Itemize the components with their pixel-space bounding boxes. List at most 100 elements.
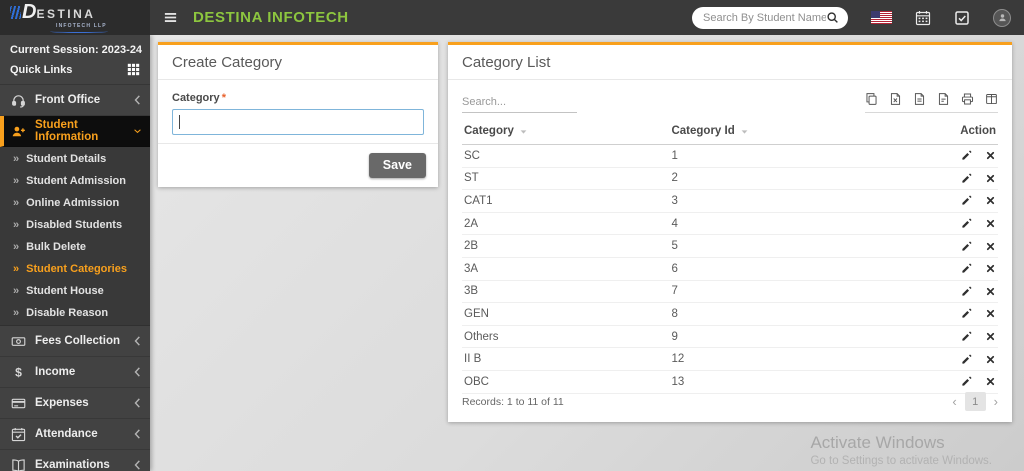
cell-category-id: 8 (671, 307, 678, 320)
cell-category-id: 1 (671, 149, 678, 162)
pencil-icon[interactable] (961, 195, 972, 206)
copy-icon[interactable] (865, 92, 878, 106)
pencil-icon[interactable] (961, 331, 972, 342)
logo-main-text: ESTINA (36, 7, 96, 21)
sidebar-item-examinations[interactable]: Examinations (0, 450, 150, 471)
pencil-icon[interactable] (961, 354, 972, 365)
cell-category-id: 4 (671, 217, 678, 230)
row-actions (934, 331, 996, 342)
page-number-button[interactable]: 1 (964, 392, 986, 411)
calendar-icon[interactable] (915, 10, 931, 26)
csv-file-icon[interactable] (913, 92, 926, 106)
delete-x-icon[interactable] (985, 286, 996, 297)
row-actions (934, 150, 996, 161)
create-category-card: Create Category Category * Save (158, 42, 438, 187)
sidebar-item-attendance[interactable]: Attendance (0, 419, 150, 450)
delete-x-icon[interactable] (985, 354, 996, 365)
chevron-left-icon (134, 95, 141, 105)
cell-category: II B (464, 353, 482, 366)
submenu-item-disabled-students[interactable]: » Disabled Students (0, 214, 150, 236)
pencil-icon[interactable] (961, 286, 972, 297)
print-icon[interactable] (961, 92, 974, 106)
delete-x-icon[interactable] (985, 263, 996, 274)
sidebar-item-student-information[interactable]: Student Information (0, 116, 150, 147)
submenu-item-student-details[interactable]: » Student Details (0, 148, 150, 170)
person-icon (997, 12, 1008, 23)
submenu-item-student-categories[interactable]: » Student Categories (0, 258, 150, 280)
quick-links-grid-icon[interactable] (127, 63, 140, 76)
windows-activation-watermark: Activate Windows Go to Settings to activ… (810, 433, 992, 467)
cell-category: CAT1 (464, 194, 493, 207)
delete-x-icon[interactable] (985, 308, 996, 319)
pdf-file-icon[interactable] (937, 92, 950, 106)
tasks-icon[interactable] (954, 10, 970, 26)
student-search-input[interactable] (703, 11, 826, 24)
delete-x-icon[interactable] (985, 195, 996, 206)
text-cursor (179, 115, 180, 129)
excel-file-icon[interactable] (889, 92, 902, 106)
submenu-item-disable-reason[interactable]: » Disable Reason (0, 302, 150, 324)
delete-x-icon[interactable] (985, 331, 996, 342)
logo-sub-text: INFOTECH LLP (56, 23, 107, 29)
columns-icon[interactable] (985, 92, 998, 106)
headset-icon (11, 93, 26, 108)
us-flag-icon[interactable] (871, 11, 892, 24)
double-angle-icon: » (13, 174, 20, 187)
pencil-icon[interactable] (961, 218, 972, 229)
delete-x-icon[interactable] (985, 150, 996, 161)
cell-category: GEN (464, 307, 489, 320)
pencil-icon[interactable] (961, 263, 972, 274)
pencil-icon[interactable] (961, 308, 972, 319)
column-header-category[interactable]: Category (464, 125, 671, 137)
submenu-item-online-admission[interactable]: » Online Admission (0, 192, 150, 214)
pagination: ‹ 1 › (952, 392, 998, 411)
sidebar-item-front-office[interactable]: Front Office (0, 85, 150, 116)
table-search-input[interactable] (462, 94, 577, 113)
user-avatar[interactable] (993, 8, 1011, 27)
double-angle-icon: » (13, 284, 20, 297)
sidebar-item-expenses[interactable]: Expenses (0, 388, 150, 419)
delete-x-icon[interactable] (985, 173, 996, 184)
sidebar-item-income[interactable]: $ Income (0, 357, 150, 388)
current-session-label: Current Session: 2023-24 (10, 44, 143, 56)
pencil-icon[interactable] (961, 241, 972, 252)
cell-category: 3A (464, 262, 479, 275)
session-block: Current Session: 2023-24 Quick Links (0, 35, 150, 85)
category-input[interactable] (172, 109, 424, 135)
table-row: II B 12 (462, 348, 998, 371)
sidebar-item-label: Fees Collection (35, 335, 120, 347)
submenu-item-bulk-delete[interactable]: » Bulk Delete (0, 236, 150, 258)
delete-x-icon[interactable] (985, 241, 996, 252)
logo-letter: D (22, 1, 37, 23)
sidebar-item-fees-collection[interactable]: Fees Collection (0, 326, 150, 357)
search-icon[interactable] (826, 11, 839, 24)
submenu-item-label: Student Admission (26, 175, 126, 187)
sidebar-item-label: Examinations (35, 459, 110, 471)
submenu-student-information: » Student Details » Student Admission » Onlin… (0, 147, 150, 326)
column-header-category-id[interactable]: Category Id (671, 125, 934, 137)
cell-category: 2B (464, 240, 479, 253)
row-actions (934, 286, 996, 297)
app-window: D ESTINA INFOTECH LLP DESTINA INFOTECH C… (0, 0, 1024, 471)
chevron-down-icon (134, 126, 141, 136)
brand-logo[interactable]: D ESTINA INFOTECH LLP (0, 0, 150, 35)
delete-x-icon[interactable] (985, 218, 996, 229)
column-header-action: Action (960, 125, 996, 137)
table-row: GEN 8 (462, 303, 998, 326)
submenu-item-label: Online Admission (26, 197, 120, 209)
row-actions (934, 218, 996, 229)
save-button[interactable]: Save (368, 153, 426, 178)
table-header-row: Category Category Id Action (462, 119, 998, 145)
create-category-title: Create Category (158, 45, 438, 80)
double-angle-icon: » (13, 196, 20, 209)
submenu-item-student-admission[interactable]: » Student Admission (0, 170, 150, 192)
header-actions (692, 6, 1024, 29)
submenu-item-student-house[interactable]: » Student House (0, 280, 150, 302)
prev-page-button[interactable]: ‹ (952, 395, 956, 408)
pencil-icon[interactable] (961, 173, 972, 184)
hamburger-menu-icon[interactable] (163, 10, 178, 25)
table-row: 3B 7 (462, 281, 998, 304)
pencil-icon[interactable] (961, 150, 972, 161)
next-page-button[interactable]: › (994, 395, 998, 408)
category-field-label: Category (172, 92, 220, 104)
